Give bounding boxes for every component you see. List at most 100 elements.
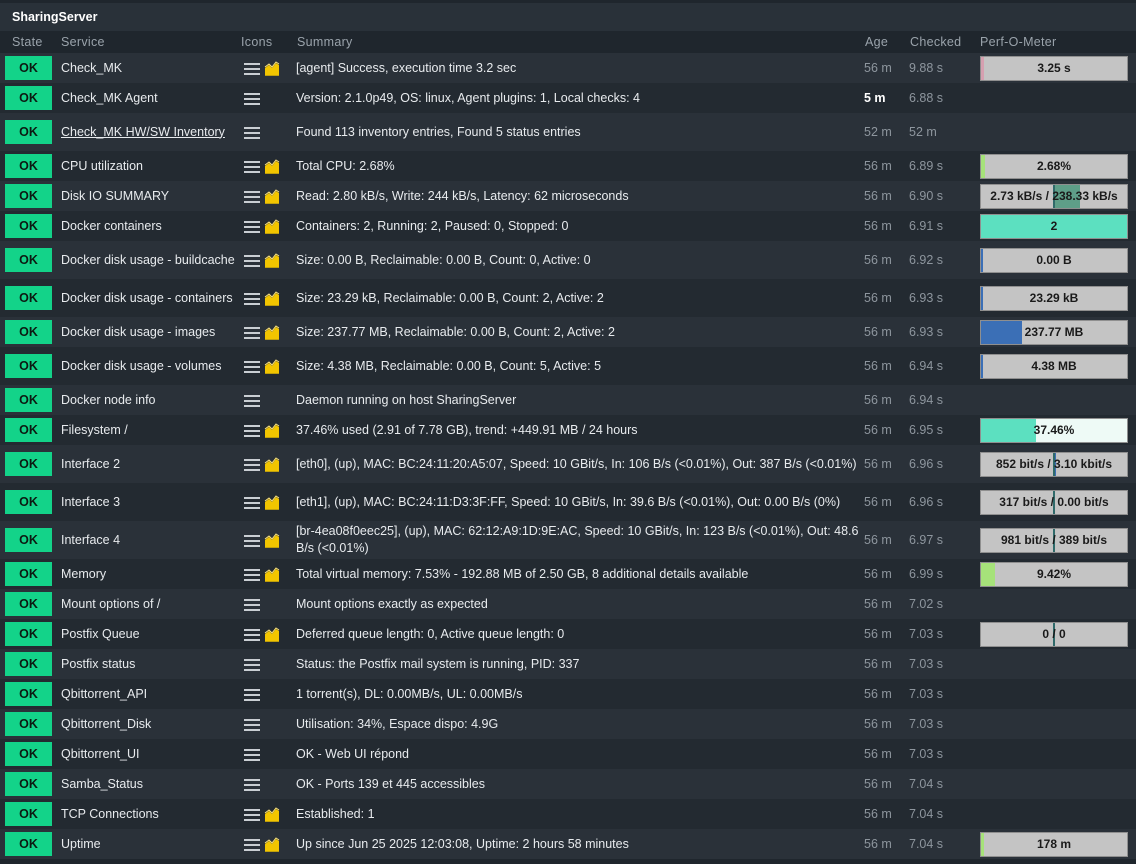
hamburger-menu-icon[interactable] [244, 718, 260, 731]
hamburger-menu-icon[interactable] [244, 394, 260, 407]
hamburger-menu-icon[interactable] [244, 424, 260, 437]
hamburger-menu-icon[interactable] [244, 220, 260, 233]
service-name[interactable]: Docker containers [61, 219, 162, 233]
service-name[interactable]: Check_MK [61, 61, 122, 75]
service-name[interactable]: Interface 2 [61, 457, 120, 471]
state-badge[interactable]: OK [5, 388, 52, 412]
service-name[interactable]: Postfix Queue [61, 627, 140, 641]
service-row[interactable]: OK Docker disk usage - buildcache Size: 0.… [0, 241, 1136, 279]
perf-o-meter[interactable]: 2.68% [980, 153, 1128, 179]
state-badge[interactable]: OK [5, 802, 52, 826]
graph-icon[interactable] [264, 158, 280, 174]
service-row[interactable]: OK TCP Connections Established: 1 56 m 7.04 … [0, 799, 1136, 829]
hamburger-menu-icon[interactable] [244, 126, 260, 139]
service-name[interactable]: CPU utilization [61, 159, 143, 173]
graph-icon[interactable] [264, 532, 280, 548]
col-summary[interactable]: Summary [297, 35, 353, 49]
state-badge[interactable]: OK [5, 742, 52, 766]
service-row[interactable]: OK Check_MK [agent] Success, execution tim… [0, 53, 1136, 83]
col-service[interactable]: Service [61, 35, 105, 49]
state-badge[interactable]: OK [5, 354, 52, 378]
graph-icon[interactable] [264, 422, 280, 438]
graph-icon[interactable] [264, 626, 280, 642]
service-name[interactable]: Docker node info [61, 393, 156, 407]
graph-icon[interactable] [264, 324, 280, 340]
state-badge[interactable]: OK [5, 286, 52, 310]
hamburger-menu-icon[interactable] [244, 688, 260, 701]
hamburger-menu-icon[interactable] [244, 190, 260, 203]
service-row[interactable]: OK Qbittorrent_API 1 torrent(s), DL: 0.00M… [0, 679, 1136, 709]
service-name[interactable]: Docker disk usage - buildcache [61, 253, 235, 267]
host-title[interactable]: SharingServer [0, 3, 1136, 31]
service-row[interactable]: OK Qbittorrent_Disk Utilisation: 34%, Espa… [0, 709, 1136, 739]
service-name[interactable]: Qbittorrent_API [61, 687, 147, 701]
perf-o-meter[interactable]: 237.77 MB [980, 319, 1128, 345]
service-row[interactable]: OK Memory Total virtual memory: 7.53% - 19… [0, 559, 1136, 589]
state-badge[interactable]: OK [5, 320, 52, 344]
state-badge[interactable]: OK [5, 832, 52, 856]
service-row[interactable]: OK Qbittorrent_UI OK - Web UI répond 56 m 7.… [0, 739, 1136, 769]
hamburger-menu-icon[interactable] [244, 62, 260, 75]
service-name[interactable]: Disk IO SUMMARY [61, 189, 169, 203]
service-row[interactable]: OK Docker containers Containers: 2, Runnin… [0, 211, 1136, 241]
service-row[interactable]: OK Mount options of / Mount options exactl… [0, 589, 1136, 619]
service-name[interactable]: Check_MK HW/SW Inventory [61, 125, 225, 139]
service-row[interactable]: OK Check_MK HW/SW Inventory Found 113 inve… [0, 113, 1136, 151]
graph-icon[interactable] [264, 60, 280, 76]
col-age[interactable]: Age [865, 35, 888, 49]
service-name[interactable]: Qbittorrent_Disk [61, 717, 151, 731]
state-badge[interactable]: OK [5, 562, 52, 586]
hamburger-menu-icon[interactable] [244, 496, 260, 509]
service-name[interactable]: Docker disk usage - images [61, 325, 215, 339]
hamburger-menu-icon[interactable] [244, 778, 260, 791]
graph-icon[interactable] [264, 290, 280, 306]
hamburger-menu-icon[interactable] [244, 360, 260, 373]
col-icons[interactable]: Icons [241, 35, 272, 49]
service-name[interactable]: Docker disk usage - volumes [61, 359, 221, 373]
hamburger-menu-icon[interactable] [244, 838, 260, 851]
state-badge[interactable]: OK [5, 56, 52, 80]
state-badge[interactable]: OK [5, 712, 52, 736]
graph-icon[interactable] [264, 494, 280, 510]
perf-o-meter[interactable]: 2.73 kB/s / 238.33 kB/s [980, 183, 1128, 209]
state-badge[interactable]: OK [5, 120, 52, 144]
perf-o-meter[interactable]: 981 bit/s / 389 bit/s [980, 527, 1128, 553]
col-perf[interactable]: Perf-O-Meter [980, 35, 1057, 49]
perf-o-meter[interactable]: 317 bit/s / 0.00 bit/s [980, 489, 1128, 515]
state-badge[interactable]: OK [5, 214, 52, 238]
graph-icon[interactable] [264, 456, 280, 472]
col-state[interactable]: State [12, 35, 43, 49]
hamburger-menu-icon[interactable] [244, 748, 260, 761]
perf-o-meter[interactable]: 2 [980, 213, 1128, 239]
hamburger-menu-icon[interactable] [244, 808, 260, 821]
service-row[interactable]: OK Interface 4 [br-4ea08f0eec25], (up), MA… [0, 521, 1136, 559]
service-row[interactable]: OK Docker node info Daemon running on host… [0, 385, 1136, 415]
state-badge[interactable]: OK [5, 772, 52, 796]
hamburger-menu-icon[interactable] [244, 160, 260, 173]
hamburger-menu-icon[interactable] [244, 92, 260, 105]
service-row[interactable]: OK Docker disk usage - containers Size: 23… [0, 279, 1136, 317]
service-row[interactable]: OK Check_MK Agent Version: 2.1.0p49, OS: l… [0, 83, 1136, 113]
service-name[interactable]: Filesystem / [61, 423, 128, 437]
service-row[interactable]: OK Samba_Status OK - Ports 139 et 445 acce… [0, 769, 1136, 799]
perf-o-meter[interactable]: 0.00 B [980, 247, 1128, 273]
state-badge[interactable]: OK [5, 622, 52, 646]
hamburger-menu-icon[interactable] [244, 628, 260, 641]
hamburger-menu-icon[interactable] [244, 598, 260, 611]
state-badge[interactable]: OK [5, 652, 52, 676]
state-badge[interactable]: OK [5, 490, 52, 514]
service-row[interactable]: OK Docker disk usage - volumes Size: 4.38 … [0, 347, 1136, 385]
state-badge[interactable]: OK [5, 184, 52, 208]
hamburger-menu-icon[interactable] [244, 534, 260, 547]
perf-o-meter[interactable]: 852 bit/s / 3.10 kbit/s [980, 451, 1128, 477]
state-badge[interactable]: OK [5, 682, 52, 706]
service-name[interactable]: Qbittorrent_UI [61, 747, 140, 761]
service-name[interactable]: Postfix status [61, 657, 135, 671]
service-name[interactable]: Uptime [61, 837, 101, 851]
hamburger-menu-icon[interactable] [244, 458, 260, 471]
perf-o-meter[interactable]: 178 m [980, 831, 1128, 857]
graph-icon[interactable] [264, 188, 280, 204]
service-row[interactable]: OK Postfix status Status: the Postfix mail… [0, 649, 1136, 679]
perf-o-meter[interactable]: 3.25 s [980, 55, 1128, 81]
service-name[interactable]: TCP Connections [61, 807, 159, 821]
